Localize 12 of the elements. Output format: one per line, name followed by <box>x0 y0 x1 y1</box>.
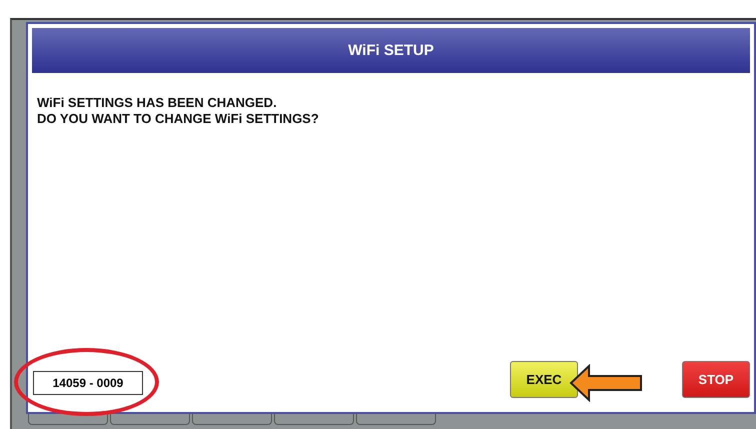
message-line: DO YOU WANT TO CHANGE WiFi SETTINGS? <box>37 111 319 127</box>
exec-button[interactable]: EXEC <box>510 361 578 398</box>
tab-button[interactable] <box>110 414 190 425</box>
tab-button[interactable] <box>274 414 354 425</box>
tab-button[interactable] <box>356 414 436 425</box>
dialog-title: WiFi SETUP <box>32 28 750 73</box>
tab-button[interactable] <box>28 414 108 425</box>
stop-button[interactable]: STOP <box>682 361 750 398</box>
message-line: WiFi SETTINGS HAS BEEN CHANGED. <box>37 95 277 111</box>
arrow-icon <box>569 364 643 402</box>
tab-button[interactable] <box>192 414 272 425</box>
message-code: 14059 - 0009 <box>33 370 143 394</box>
